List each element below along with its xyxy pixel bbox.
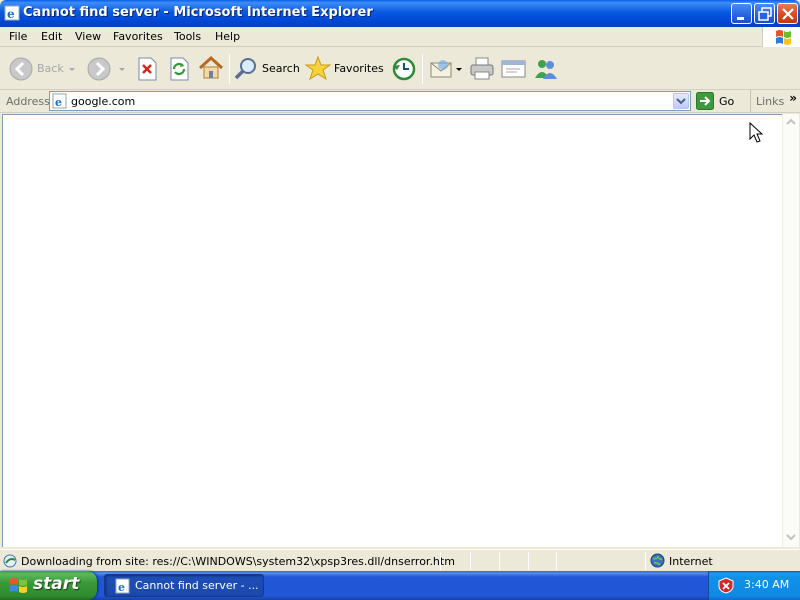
chevron-more-icon[interactable]: » (789, 91, 797, 105)
mouse-cursor-icon (749, 122, 763, 143)
start-button[interactable]: start (0, 571, 97, 600)
scroll-up-arrow-icon (786, 119, 796, 125)
favorites-star-icon (305, 56, 331, 81)
refresh-icon (170, 57, 189, 81)
clock[interactable]: 3:40 AM (744, 578, 789, 591)
security-shield-icon[interactable] (718, 577, 734, 594)
stop-button[interactable] (133, 53, 161, 85)
menu-help[interactable]: Help (215, 30, 240, 43)
window-title: Cannot find server - Microsoft Internet … (23, 5, 373, 20)
vertical-scrollbar[interactable] (782, 114, 799, 547)
status-text: Downloading from site: res://C:\WINDOWS\… (21, 555, 455, 568)
restore-icon (758, 7, 772, 21)
status-separator (645, 552, 646, 570)
address-input[interactable]: e google.com (49, 91, 691, 111)
svg-text:e: e (118, 581, 125, 594)
printer-icon (470, 57, 494, 80)
scroll-down-arrow-icon (786, 534, 796, 540)
stop-icon (138, 57, 157, 81)
back-button[interactable]: Back (6, 53, 76, 85)
svg-text:e: e (55, 96, 62, 109)
ie-status-icon (3, 554, 17, 568)
page-content[interactable] (2, 114, 782, 547)
scroll-down-button[interactable] (783, 529, 799, 546)
start-label: start (33, 574, 80, 594)
svg-text:e: e (7, 7, 15, 21)
forward-dropdown-icon[interactable] (119, 68, 125, 71)
taskbar: start e Cannot find server - ... 3:40 AM (0, 571, 800, 600)
search-label: Search (262, 62, 300, 75)
back-dropdown-icon[interactable] (69, 68, 75, 71)
print-button[interactable] (468, 53, 496, 85)
favorites-button[interactable]: Favorites (305, 53, 387, 85)
menu-bar: File Edit View Favorites Tools Help (0, 27, 800, 47)
address-bar: Address e google.com Go Links » (0, 90, 800, 113)
taskbar-ie-window-button[interactable]: e Cannot find server - ... (104, 574, 264, 597)
menu-favorites[interactable]: Favorites (113, 30, 163, 43)
edit-button[interactable] (499, 53, 529, 85)
back-label: Back (37, 62, 64, 75)
windows-logo-icon (10, 578, 27, 593)
status-separator (440, 552, 441, 570)
edit-page-icon (501, 60, 526, 78)
windows-flag-logo (762, 27, 800, 47)
messenger-icon (535, 60, 557, 79)
history-button[interactable] (390, 53, 418, 85)
status-separator (470, 552, 471, 570)
ie-app-icon[interactable]: e (4, 5, 20, 21)
ie-taskbar-icon: e (115, 578, 130, 594)
forward-arrow-icon (87, 57, 111, 81)
standard-toolbar: Back Search Favorites (0, 48, 800, 90)
status-separator (528, 552, 529, 570)
scroll-up-button[interactable] (783, 114, 799, 131)
forward-button[interactable] (84, 53, 128, 85)
favorites-label: Favorites (334, 62, 384, 75)
links-label: Links (756, 95, 785, 108)
go-arrow-icon (696, 92, 714, 110)
history-icon (392, 57, 416, 81)
taskbar-window-label: Cannot find server - ... (135, 579, 259, 592)
chevron-down-icon (676, 98, 686, 105)
address-label: Address (6, 95, 50, 108)
mail-dropdown-icon[interactable] (456, 68, 462, 71)
search-icon (234, 58, 256, 80)
status-separator (499, 552, 500, 570)
toolbar-separator (422, 54, 423, 84)
mail-icon (430, 60, 452, 78)
internet-globe-icon (650, 553, 665, 568)
home-button[interactable] (196, 53, 226, 85)
menu-edit[interactable]: Edit (41, 30, 62, 43)
system-tray: 3:40 AM (708, 571, 800, 600)
toolbar-separator (229, 54, 230, 84)
close-icon (782, 8, 794, 20)
back-arrow-icon (9, 57, 33, 81)
menu-view[interactable]: View (75, 30, 101, 43)
minimize-icon (737, 17, 744, 20)
security-zone-label: Internet (669, 555, 713, 568)
home-icon (198, 55, 224, 79)
menu-tools[interactable]: Tools (174, 30, 201, 43)
ie-page-icon: e (52, 93, 67, 109)
close-button[interactable] (777, 3, 798, 24)
menu-file[interactable]: File (9, 30, 27, 43)
mail-button[interactable] (428, 53, 464, 85)
search-button[interactable]: Search (233, 53, 301, 85)
address-dropdown-button[interactable] (673, 93, 689, 109)
title-bar[interactable]: e Cannot find server - Microsoft Interne… (0, 0, 800, 27)
status-bar: Downloading from site: res://C:\WINDOWS\… (0, 549, 800, 571)
links-toolbar[interactable]: Links » (750, 90, 800, 113)
address-url[interactable]: google.com (71, 95, 135, 108)
status-separator (556, 552, 557, 570)
messenger-button[interactable] (531, 53, 561, 85)
windows-logo-icon (776, 30, 791, 45)
go-label: Go (719, 95, 735, 108)
minimize-button[interactable] (731, 3, 752, 24)
refresh-button[interactable] (165, 53, 193, 85)
go-button[interactable]: Go (695, 92, 745, 111)
restore-button[interactable] (754, 3, 775, 24)
